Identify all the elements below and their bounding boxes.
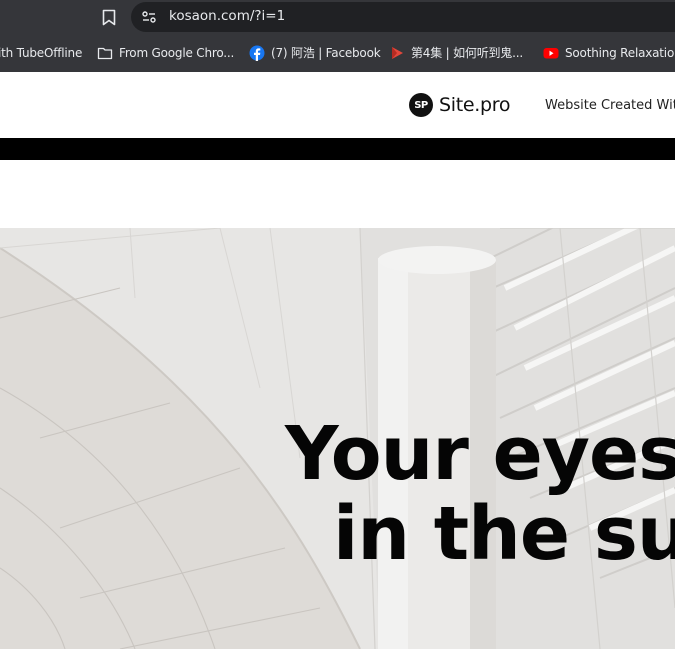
- logo-text: Site.pro: [439, 94, 511, 116]
- url-text[interactable]: kosaon.com/?i=1: [169, 8, 285, 24]
- address-bar[interactable]: kosaon.com/?i=1: [131, 2, 675, 32]
- hero-headline: Your eyes in the sur: [285, 414, 675, 574]
- bookmark-google-chrome-folder[interactable]: From Google Chro...: [97, 37, 234, 68]
- headline-line-2: in the sur: [333, 491, 675, 577]
- bookmark-youtube-soothing[interactable]: Soothing Relaxation...: [543, 37, 675, 68]
- page-viewport: SP Site.pro Website Created Wit Your eye…: [0, 72, 675, 649]
- sitepro-logo[interactable]: SP Site.pro: [409, 93, 511, 117]
- black-band: [0, 138, 675, 160]
- bookmark-label: ith TubeOffline: [0, 45, 83, 60]
- site-info-icon[interactable]: [141, 9, 157, 25]
- youtube-icon: [543, 47, 559, 58]
- bookmark-episode-4[interactable]: 第4集 | 如何听到鬼...: [389, 37, 523, 68]
- site-header: SP Site.pro Website Created Wit: [0, 72, 675, 138]
- facebook-icon: [249, 45, 265, 61]
- bookmark-label: From Google Chro...: [119, 45, 235, 60]
- bookmark-label: (7) 阿浩 | Facebook: [271, 46, 381, 60]
- browser-chrome: kosaon.com/?i=1 ith TubeOffline From Goo…: [0, 0, 675, 72]
- bookmark-label: 第4集 | 如何听到鬼...: [411, 46, 523, 60]
- website-created-with-link[interactable]: Website Created Wit: [545, 98, 675, 113]
- bookmark-facebook[interactable]: (7) 阿浩 | Facebook: [249, 37, 381, 68]
- bookmark-label: Soothing Relaxation...: [565, 45, 675, 60]
- video-play-icon: [392, 46, 403, 59]
- bookmarks-bar: ith TubeOffline From Google Chro... (7) …: [0, 37, 675, 68]
- headline-line-1: Your eyes: [285, 411, 675, 497]
- hero-section: Your eyes in the sur: [0, 228, 675, 649]
- bookmark-icon[interactable]: [98, 6, 120, 28]
- folder-icon: [97, 47, 113, 59]
- logo-badge: SP: [409, 93, 433, 117]
- bookmark-tubeoffline[interactable]: ith TubeOffline: [0, 37, 82, 68]
